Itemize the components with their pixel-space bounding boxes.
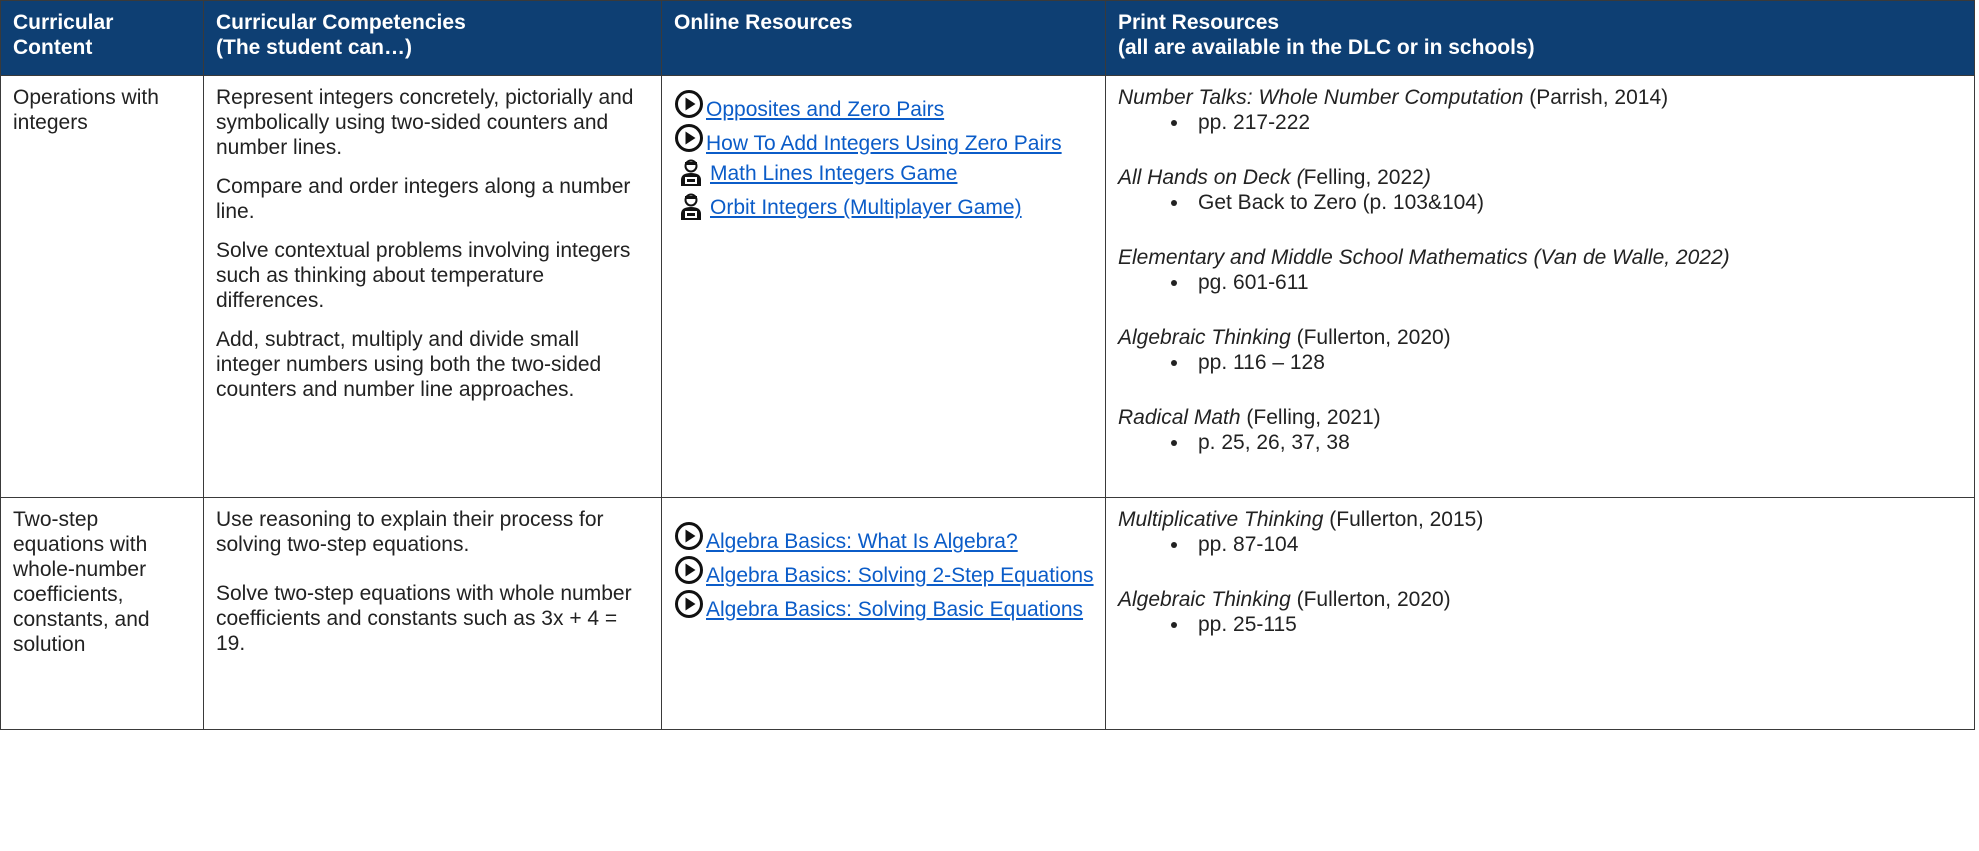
resources-table: Curricular Content Curricular Competenci… bbox=[0, 0, 1975, 730]
content-cell: Operations with integers bbox=[0, 75, 204, 498]
page-reference: pp. 217-222 bbox=[1190, 110, 1962, 135]
resource-link[interactable]: Opposites and Zero Pairs bbox=[706, 97, 944, 122]
competency-text: Solve contextual problems involving inte… bbox=[216, 239, 631, 312]
header-print-resources: Print Resources (all are available in th… bbox=[1105, 0, 1975, 76]
competency-text: Represent integers concretely, pictorial… bbox=[216, 86, 634, 159]
book-title: Number Talks: Whole Number Computation bbox=[1118, 86, 1524, 109]
competency-text: Use reasoning to explain their process f… bbox=[216, 508, 604, 556]
book-citation: (Fullerton, 2020) bbox=[1290, 326, 1451, 349]
page-reference: pp. 25-115 bbox=[1190, 612, 1962, 637]
page-reference: Get Back to Zero (p. 103&104) bbox=[1190, 190, 1962, 215]
book-title: Radical Math bbox=[1118, 406, 1241, 429]
resource-link[interactable]: Orbit Integers (Multiplayer Game) bbox=[710, 195, 1022, 220]
print-resource: Algebraic Thinking (Fullerton, 2020) pp.… bbox=[1118, 587, 1962, 637]
competencies-cell: Use reasoning to explain their process f… bbox=[203, 497, 662, 730]
book-title: Algebraic Thinking bbox=[1118, 326, 1291, 349]
play-circle-icon bbox=[675, 522, 703, 550]
page-reference: pp. 87-104 bbox=[1190, 532, 1962, 557]
resource-link[interactable]: Algebra Basics: Solving Basic Equations bbox=[706, 597, 1083, 622]
play-circle-icon bbox=[675, 556, 703, 584]
book-title: Algebraic Thinking bbox=[1118, 588, 1291, 611]
print-resources-cell: Multiplicative Thinking (Fullerton, 2015… bbox=[1105, 497, 1975, 730]
header-curricular-content: Curricular Content bbox=[0, 0, 204, 76]
resource-link[interactable]: Algebra Basics: Solving 2-Step Equations bbox=[706, 563, 1094, 588]
resource-item: Algebra Basics: Solving 2-Step Equations bbox=[674, 555, 1094, 588]
book-citation: Felling, 2022 bbox=[1303, 166, 1424, 189]
book-citation: (Felling, 2021) bbox=[1240, 406, 1381, 429]
gamer-icon bbox=[681, 159, 701, 186]
header-curricular-competencies: Curricular Competencies (The student can… bbox=[203, 0, 662, 76]
resource-item: Opposites and Zero Pairs bbox=[674, 89, 1093, 122]
resource-item: Algebra Basics: What Is Algebra? bbox=[674, 521, 1093, 554]
print-resource: Radical Math (Felling, 2021) p. 25, 26, … bbox=[1118, 405, 1962, 455]
play-circle-icon bbox=[675, 124, 703, 152]
online-resources-cell: Algebra Basics: What Is Algebra? Algebra… bbox=[661, 497, 1106, 730]
print-resource: Elementary and Middle School Mathematics… bbox=[1118, 245, 1962, 295]
print-resource: Multiplicative Thinking (Fullerton, 2015… bbox=[1118, 507, 1962, 557]
resource-item: How To Add Integers Using Zero Pairs bbox=[674, 123, 1093, 156]
page-reference: pp. 116 – 128 bbox=[1190, 350, 1962, 375]
book-citation: (Fullerton, 2015) bbox=[1323, 508, 1484, 531]
resource-link[interactable]: Algebra Basics: What Is Algebra? bbox=[706, 529, 1018, 554]
table-row: Two-step equations with whole-number coe… bbox=[0, 497, 1975, 730]
book-title: All Hands on Deck ( bbox=[1118, 166, 1304, 189]
book-title: Elementary and Middle School Mathematics… bbox=[1118, 246, 1730, 269]
gamer-icon bbox=[681, 193, 701, 220]
competency-text: Add, subtract, multiply and divide small… bbox=[216, 328, 602, 401]
play-circle-icon bbox=[675, 590, 703, 618]
competency-text: Compare and order integers along a numbe… bbox=[216, 175, 631, 223]
resource-item: Orbit Integers (Multiplayer Game) bbox=[674, 193, 1093, 221]
book-title: Multiplicative Thinking bbox=[1118, 508, 1324, 531]
book-title-close: ) bbox=[1423, 166, 1431, 189]
competency-text: Solve two-step equations with whole numb… bbox=[216, 582, 632, 655]
page-reference: p. 25, 26, 37, 38 bbox=[1190, 430, 1962, 455]
print-resources-cell: Number Talks: Whole Number Computation (… bbox=[1105, 75, 1975, 498]
table-row: Operations with integers Represent integ… bbox=[0, 75, 1975, 498]
print-resource: Number Talks: Whole Number Computation (… bbox=[1118, 85, 1962, 135]
online-resources-cell: Opposites and Zero Pairs How To Add Inte… bbox=[661, 75, 1106, 498]
page-reference: pg. 601-611 bbox=[1190, 270, 1962, 295]
header-online-resources: Online Resources bbox=[661, 0, 1106, 76]
book-citation: (Fullerton, 2020) bbox=[1290, 588, 1451, 611]
resource-link[interactable]: Math Lines Integers Game bbox=[710, 161, 957, 186]
print-resource: All Hands on Deck (Felling, 2022) Get Ba… bbox=[1118, 165, 1962, 215]
header-row: Curricular Content Curricular Competenci… bbox=[0, 0, 1975, 76]
competencies-cell: Represent integers concretely, pictorial… bbox=[203, 75, 662, 498]
resource-item: Algebra Basics: Solving Basic Equations bbox=[674, 589, 1093, 622]
resource-link[interactable]: How To Add Integers Using Zero Pairs bbox=[706, 131, 1062, 156]
book-citation: (Parrish, 2014) bbox=[1523, 86, 1669, 109]
content-cell: Two-step equations with whole-number coe… bbox=[0, 497, 204, 730]
play-circle-icon bbox=[675, 90, 703, 118]
print-resource: Algebraic Thinking (Fullerton, 2020) pp.… bbox=[1118, 325, 1962, 375]
resource-item: Math Lines Integers Game bbox=[674, 159, 1093, 187]
